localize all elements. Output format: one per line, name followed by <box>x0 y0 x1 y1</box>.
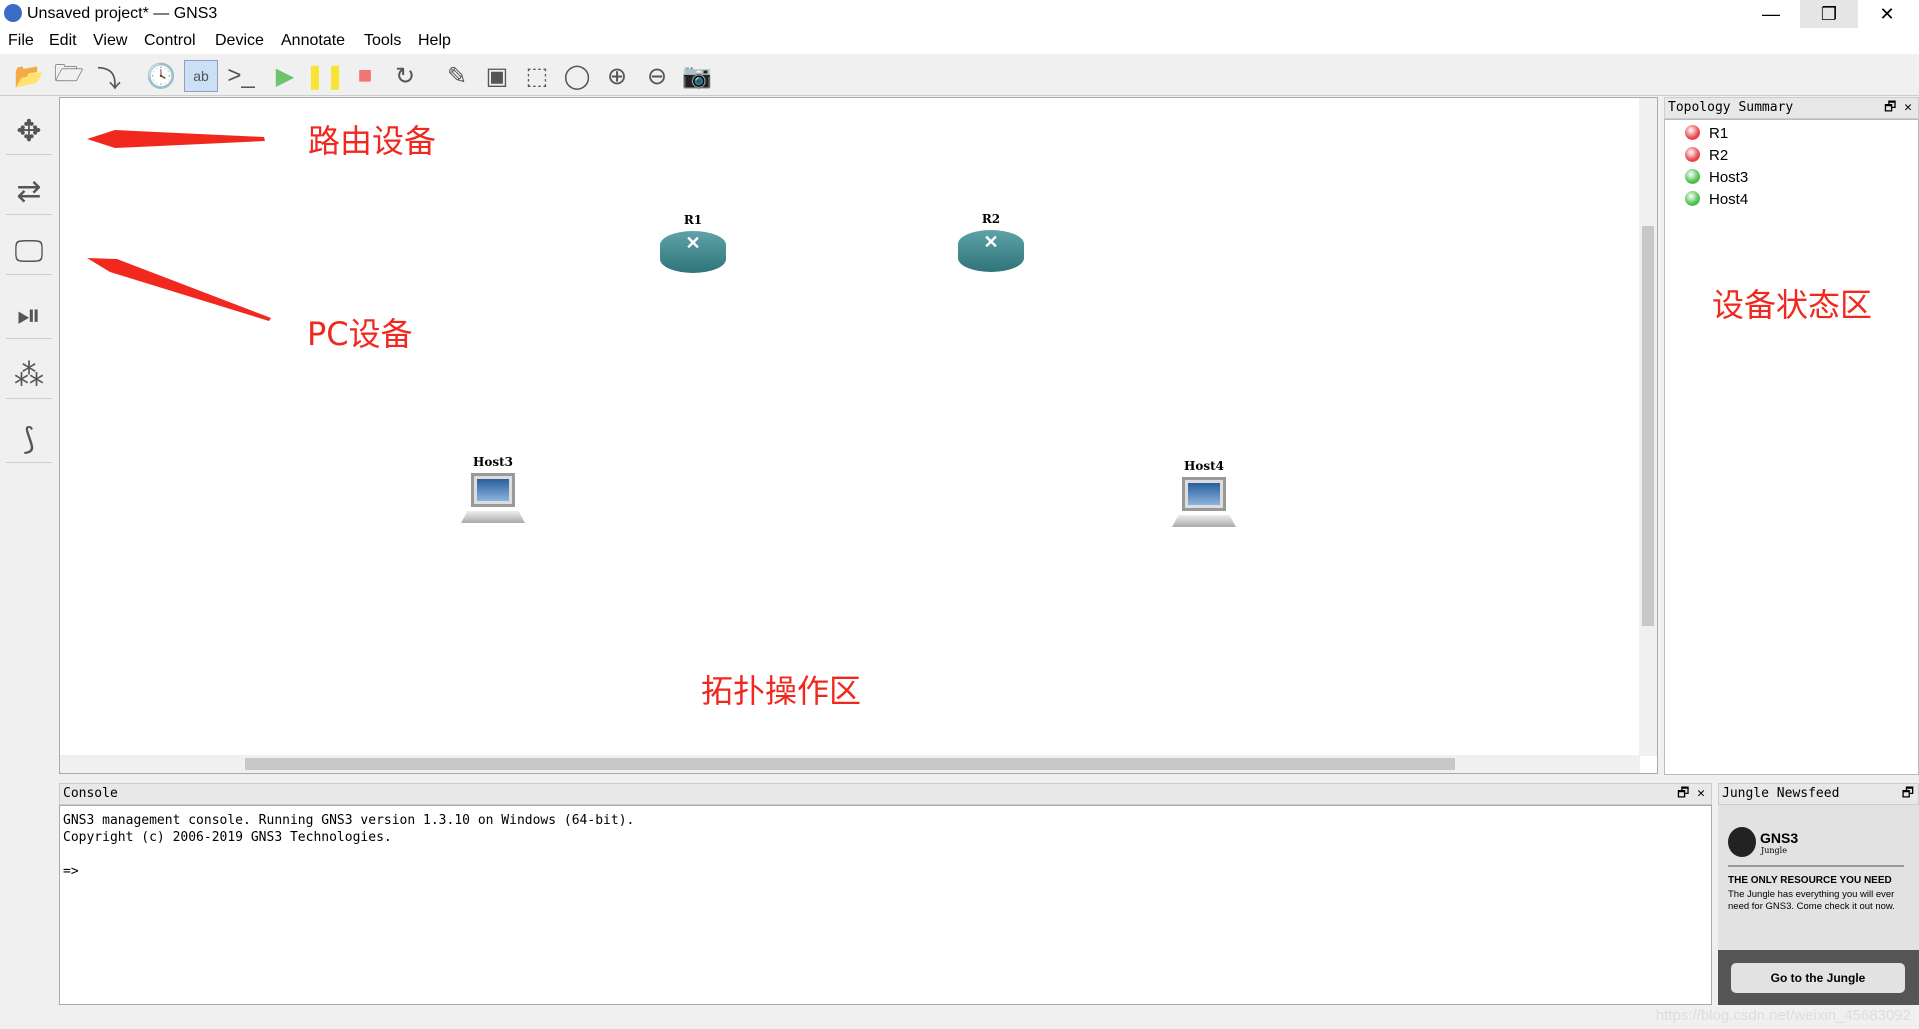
draw-ellipse-icon[interactable]: ◯ <box>560 60 594 92</box>
draw-rectangle-icon[interactable]: ⬚ <box>520 60 554 92</box>
jungle-body: The Jungle has everything you will ever … <box>1728 889 1895 912</box>
status-stopped-icon <box>1685 125 1700 140</box>
zoom-in-icon[interactable]: ⊕ <box>600 60 634 92</box>
reload-all-icon[interactable]: ↻ <box>388 60 422 92</box>
menu-bar: File Edit View Control Device Annotate T… <box>0 28 1919 54</box>
scrollbar-thumb[interactable] <box>1642 226 1654 626</box>
menu-help[interactable]: Help <box>418 32 451 50</box>
all-devices-icon[interactable]: ⁂ <box>6 353 52 399</box>
jungle-logo: GNS3 <box>1760 830 1799 846</box>
title-bar: Unsaved project* — GNS3 — ❐ ✕ <box>0 0 1919 28</box>
go-to-jungle-button[interactable]: Go to the Jungle <box>1731 963 1905 993</box>
panel-title: Jungle Newsfeed <box>1722 786 1840 801</box>
jungle-headline: THE ONLY RESOURCE YOU NEED <box>1728 875 1892 886</box>
menu-view[interactable]: View <box>93 32 127 50</box>
topology-summary-header: Topology Summary 🗗 ✕ <box>1664 97 1919 119</box>
security-devices-icon[interactable]: ⏯ <box>6 293 52 339</box>
menu-edit[interactable]: Edit <box>49 32 77 50</box>
console-header: Console 🗗 ✕ <box>59 783 1712 805</box>
panel-title: Topology Summary <box>1668 100 1794 115</box>
scrollbar-thumb[interactable] <box>245 758 1455 770</box>
status-started-icon <box>1685 169 1700 184</box>
screenshot-icon[interactable]: 📷 <box>680 60 714 92</box>
arrow-to-pc <box>87 258 271 321</box>
float-close-icon[interactable]: 🗗 ✕ <box>1884 98 1912 118</box>
snapshot-icon[interactable]: 🕓 <box>144 60 178 92</box>
topology-item-host4[interactable]: Host4 <box>1685 191 1748 208</box>
new-project-icon[interactable]: 📂 <box>12 60 46 92</box>
arrow-to-routers <box>87 130 265 148</box>
stop-all-icon[interactable]: ■ <box>348 60 382 92</box>
show-interface-labels-icon[interactable]: ab <box>184 60 218 92</box>
menu-control[interactable]: Control <box>144 32 196 50</box>
open-project-icon[interactable]: 🗁 <box>52 60 86 92</box>
jungle-footer: Go to the Jungle <box>1718 950 1919 1005</box>
console-line: GNS3 management console. Running GNS3 ve… <box>63 813 635 828</box>
topology-item-label: R2 <box>1709 147 1729 164</box>
watermark: https://blog.csdn.net/weixin_45683092 <box>1655 1007 1911 1024</box>
gns3-logo-icon <box>4 4 22 22</box>
float-icon[interactable]: 🗗 <box>1902 784 1914 804</box>
restore-button[interactable]: ❐ <box>1800 0 1858 28</box>
save-project-icon[interactable]: ⤵ <box>92 60 126 93</box>
jungle-newsfeed: GNS3 Jungle THE ONLY RESOURCE YOU NEED T… <box>1718 805 1919 1005</box>
status-bar: https://blog.csdn.net/weixin_45683092 <box>0 1005 1919 1029</box>
console-all-icon[interactable]: >_ <box>224 60 258 92</box>
start-all-icon[interactable]: ▶ <box>268 60 302 92</box>
console-line: Copyright (c) 2006-2019 GNS3 Technologie… <box>63 830 392 845</box>
panel-title: Console <box>63 786 118 801</box>
topology-canvas[interactable]: R1 R2 Host3 Host4 路由设备 PC设备 拓扑操作区 <box>59 97 1658 774</box>
divider <box>1728 865 1904 867</box>
insert-picture-icon[interactable]: ▣ <box>480 60 514 92</box>
topology-summary-panel: R1 R2 Host3 Host4 <box>1664 119 1919 775</box>
console-output[interactable]: GNS3 management console. Running GNS3 ve… <box>59 805 1712 1005</box>
topology-item-r1[interactable]: R1 <box>1685 125 1728 142</box>
device-toolbar: ✥ ⇄ 🖵 ⏯ ⁂ ⟆ <box>0 97 58 1005</box>
chameleon-logo-icon <box>1728 827 1756 857</box>
menu-device[interactable]: Device <box>215 32 264 50</box>
suspend-all-icon[interactable]: ❚❚ <box>305 60 345 92</box>
topology-item-label: Host3 <box>1709 169 1749 186</box>
window-title: Unsaved project* — GNS3 <box>27 5 218 22</box>
topology-item-r2[interactable]: R2 <box>1685 147 1728 164</box>
zoom-out-icon[interactable]: ⊖ <box>640 60 674 92</box>
menu-file[interactable]: File <box>8 32 34 50</box>
annotation-topology: 拓扑操作区 <box>701 672 862 710</box>
annotation-routers: 路由设备 <box>308 122 437 160</box>
switches-icon[interactable]: ⇄ <box>6 169 52 215</box>
horizontal-scrollbar[interactable] <box>60 755 1640 773</box>
status-stopped-icon <box>1685 147 1700 162</box>
float-close-icon[interactable]: 🗗 ✕ <box>1677 784 1705 804</box>
jungle-header: Jungle Newsfeed 🗗 <box>1718 783 1919 805</box>
jungle-logo-sub: Jungle <box>1761 846 1787 855</box>
toolbar: 📂 🗁 ⤵ 🕓 ab >_ ▶ ❚❚ ■ ↻ ✎ ▣ ⬚ ◯ ⊕ ⊖ 📷 <box>0 54 1919 96</box>
close-button[interactable]: ✕ <box>1858 0 1916 28</box>
console-prompt[interactable]: => <box>63 863 1708 880</box>
topology-item-label: Host4 <box>1709 191 1749 208</box>
add-note-icon[interactable]: ✎ <box>440 60 474 92</box>
annotation-status: 设备状态区 <box>1712 286 1873 324</box>
topology-item-label: R1 <box>1709 125 1729 142</box>
annotation-pc: PC设备 <box>307 315 413 353</box>
menu-tools[interactable]: Tools <box>364 32 401 50</box>
menu-annotate[interactable]: Annotate <box>281 32 345 50</box>
end-devices-icon[interactable]: 🖵 <box>6 229 52 275</box>
routers-icon[interactable]: ✥ <box>6 109 52 155</box>
add-link-icon[interactable]: ⟆ <box>6 417 52 463</box>
status-started-icon <box>1685 191 1700 206</box>
vertical-scrollbar[interactable] <box>1639 98 1657 756</box>
minimize-button[interactable]: — <box>1742 0 1800 28</box>
topology-item-host3[interactable]: Host3 <box>1685 169 1748 186</box>
